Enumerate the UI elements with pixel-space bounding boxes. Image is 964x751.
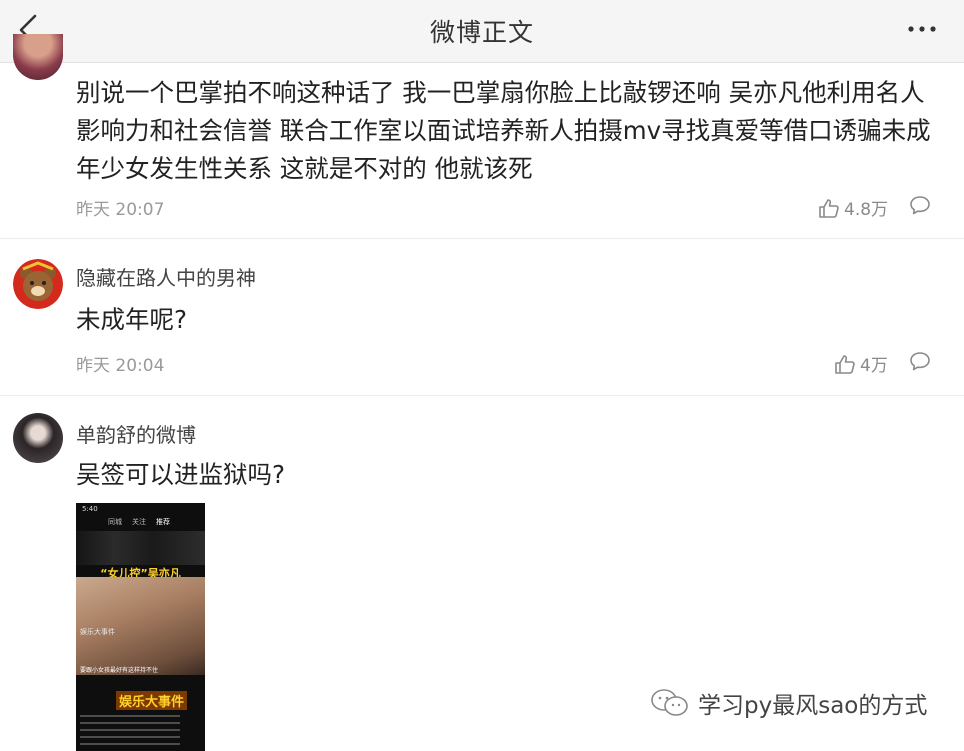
more-button[interactable] (904, 14, 940, 44)
thumbs-up-icon (819, 198, 839, 218)
image-tab: 同城 (108, 518, 122, 526)
video-frame (76, 577, 205, 675)
thumbs-up-icon (835, 354, 855, 374)
page-title: 微博正文 (429, 18, 534, 47)
top-bar: 微博正文 (0, 0, 964, 63)
comment-icon[interactable] (909, 351, 931, 371)
like-button[interactable]: 4.8万 (818, 195, 888, 220)
avatar[interactable] (13, 34, 63, 80)
video-account: 娱乐大事件 (80, 628, 115, 636)
comment-username[interactable]: 隐藏在路人中的男神 (76, 262, 256, 291)
wechat-icon (651, 689, 688, 716)
comment-text: 别说一个巴掌拍不响这种话了 我一巴掌扇你脸上比敲锣还响 吴亦凡他利用名人影响力和… (76, 78, 931, 183)
like-count: 4.8万 (844, 200, 889, 220)
comment-username[interactable]: 单韵舒的微博 (76, 419, 196, 448)
video-badge: 娱乐大事件 (116, 691, 188, 710)
comment-text: 未成年呢? (76, 305, 188, 334)
comment-item: 别说一个巴掌拍不响这种话了 我一巴掌扇你脸上比敲锣还响 吴亦凡他利用名人影响力和… (0, 34, 964, 239)
comment-image[interactable]: 5:40 同城 关注 推荐 “女儿控”吴亦凡 娱乐大事件 要跟小女孩最好有这样持… (76, 503, 205, 751)
watermark-text: 学习py最风sao的方式 (698, 693, 928, 719)
like-button[interactable]: 4万 (834, 351, 888, 376)
comment-time: 昨天 20:04 (76, 356, 165, 376)
comment-time: 昨天 20:07 (76, 200, 165, 220)
bear-avatar-icon (13, 259, 63, 309)
avatar[interactable] (13, 259, 63, 309)
like-count: 4万 (860, 356, 888, 376)
comment-text: 吴签可以进监狱吗? (76, 460, 286, 489)
video-backdrop (76, 531, 205, 565)
status-time: 5:40 (82, 505, 98, 513)
comment-icon[interactable] (909, 195, 931, 215)
image-tab: 关注 (132, 518, 146, 526)
more-dots-icon (908, 26, 936, 32)
comment-item: 隐藏在路人中的男神 未成年呢? 昨天 20:04 4万 (0, 239, 964, 396)
image-tab: 推荐 (156, 518, 170, 526)
video-caption-lines (80, 715, 180, 745)
video-subtitle: 要跟小女孩最好有这样持不住 (80, 667, 159, 674)
avatar[interactable] (13, 413, 63, 463)
image-tab-bar: 同城 关注 推荐 (80, 517, 201, 529)
watermark: 学习py最风sao的方式 (650, 686, 927, 720)
